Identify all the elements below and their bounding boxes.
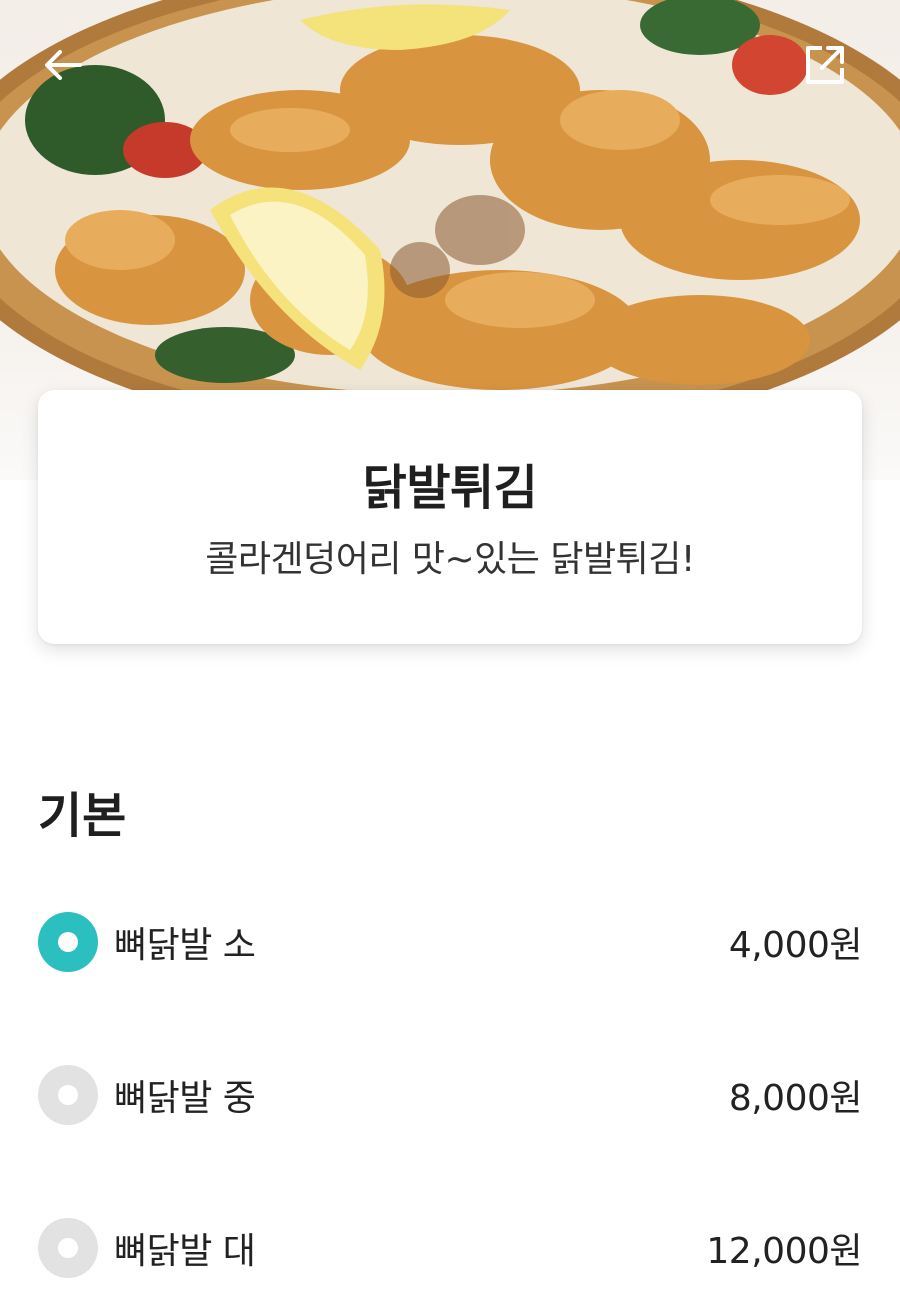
radio-unselected-icon[interactable] [38, 1218, 98, 1278]
option-price: 8,000원 [728, 1078, 863, 1119]
menu-description: 콜라겐덩어리 맛~있는 닭발튀김! [205, 539, 695, 580]
share-external-icon [806, 46, 844, 84]
option-row-medium[interactable]: 뼈닭발 중 8,000원 [38, 1059, 863, 1131]
option-label: 뼈닭발 중 [114, 1078, 256, 1119]
back-button[interactable] [40, 42, 98, 100]
option-row-small[interactable]: 뼈닭발 소 4,000원 [38, 906, 863, 978]
option-price: 12,000원 [706, 1231, 862, 1272]
radio-unselected-icon[interactable] [38, 1065, 98, 1125]
option-price: 4,000원 [728, 925, 863, 966]
option-section-title: 기본 [38, 788, 127, 844]
option-label: 뼈닭발 소 [114, 925, 256, 966]
arrow-left-icon [45, 50, 82, 80]
option-row-large[interactable]: 뼈닭발 대 12,000원 [38, 1212, 862, 1284]
menu-info-card: 닭발튀김 콜라겐덩어리 맛~있는 닭발튀김! [38, 390, 862, 644]
menu-detail-screen: 닭발튀김 콜라겐덩어리 맛~있는 닭발튀김! 기본 뼈닭발 소 4,000원 뼈… [0, 0, 900, 1301]
share-button[interactable] [802, 42, 860, 100]
menu-title: 닭발튀김 [362, 460, 538, 516]
radio-selected-icon[interactable] [38, 912, 98, 972]
option-label: 뼈닭발 대 [114, 1231, 256, 1272]
